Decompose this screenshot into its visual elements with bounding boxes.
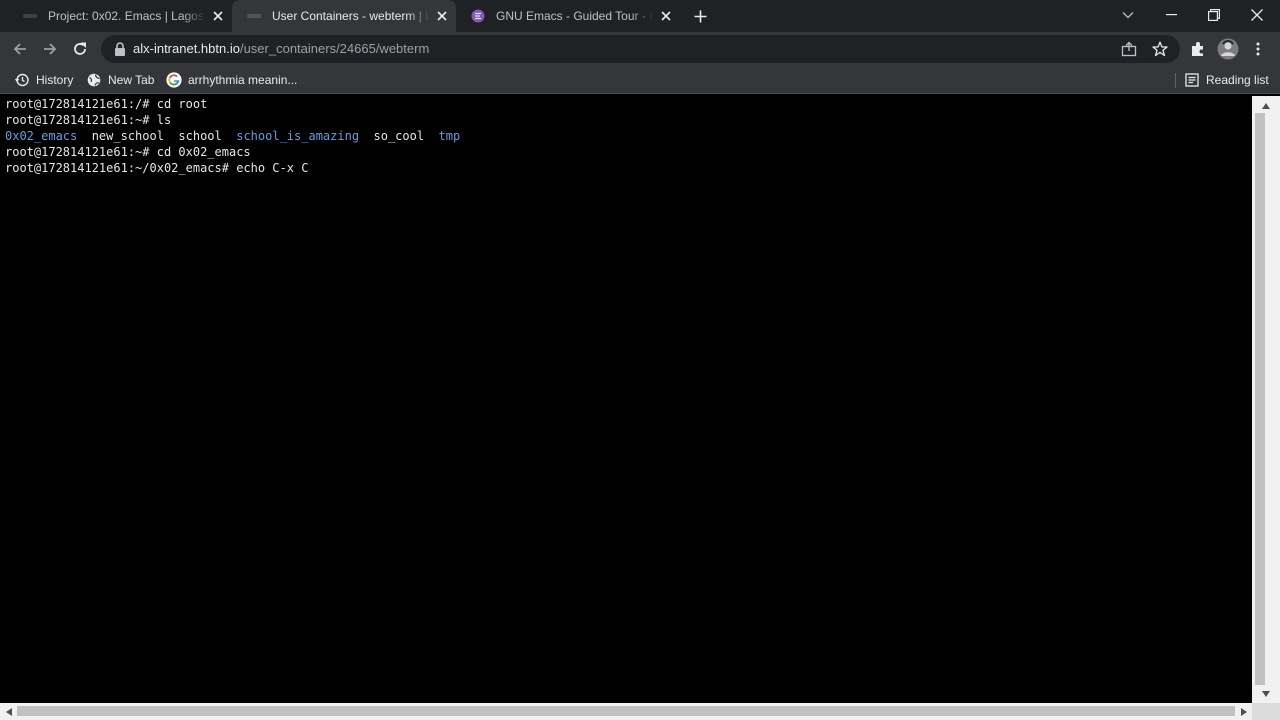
scroll-right-arrow-icon[interactable] [1238, 706, 1250, 718]
tab-gnu-emacs-tour[interactable]: GNU Emacs - Guided Tour - GNU Project [456, 0, 680, 32]
terminal-prompt-line: root@172814121e61:~/0x02_emacs# echo C-x… [5, 161, 309, 175]
reload-icon [74, 42, 86, 55]
close-icon[interactable] [658, 8, 674, 24]
bookmark-history[interactable]: History [10, 69, 77, 91]
forward-icon [44, 43, 57, 55]
menu-icon [1256, 42, 1260, 56]
bookmarks-bar: History New Tab arrhythmia meanin... Rea… [0, 66, 1280, 94]
bookmarks-separator [1175, 73, 1176, 88]
browser-toolbar: alx-intranet.hbtn.io/user_containers/246… [0, 32, 1280, 66]
bookmark-arrhythmia[interactable]: arrhythmia meanin... [162, 69, 301, 91]
vertical-scrollbar-thumb[interactable] [1255, 113, 1265, 685]
restore-button[interactable] [1192, 0, 1236, 30]
reload-button[interactable] [68, 37, 92, 61]
bookmark-new-tab[interactable]: New Tab [82, 69, 158, 91]
terminal-line: root@172814121e61:~# cd 0x02_emacs [5, 145, 251, 159]
history-icon [14, 72, 30, 88]
tab-title: GNU Emacs - Guided Tour - GNU Project [496, 9, 654, 23]
ls-entry-directory: school_is_amazing [236, 129, 360, 143]
ls-entry-directory: tmp [438, 129, 461, 143]
horizontal-scrollbar-thumb[interactable] [17, 706, 1235, 716]
tab-strip: Project: 0x02. Emacs | Lagos Intranet Us… [0, 0, 1280, 32]
plus-icon [694, 10, 706, 22]
tab-webterm[interactable]: User Containers - webterm | Lagos Intran… [232, 0, 456, 32]
scroll-left-arrow-icon[interactable] [3, 706, 15, 718]
scroll-down-arrow-icon[interactable] [1260, 688, 1272, 700]
ls-entry-file: school [178, 129, 222, 143]
tab-title: Project: 0x02. Emacs | Lagos Intranet [48, 9, 206, 23]
reading-list-label: Reading list [1206, 73, 1269, 87]
ls-output-line: 0x02_emacs new_school school school_is_a… [5, 128, 460, 144]
menu-button[interactable] [1246, 37, 1270, 61]
lock-icon[interactable] [113, 41, 127, 57]
emacs-icon [470, 8, 486, 24]
tab-project-emacs[interactable]: Project: 0x02. Emacs | Lagos Intranet [8, 0, 232, 32]
share-button[interactable] [1119, 39, 1139, 59]
url-text[interactable]: alx-intranet.hbtn.io/user_containers/246… [133, 35, 429, 63]
bookmark-label: arrhythmia meanin... [188, 73, 298, 87]
close-icon [1251, 9, 1263, 21]
site-icon [22, 8, 38, 24]
back-icon [13, 43, 26, 55]
google-icon [166, 72, 182, 88]
globe-icon [86, 72, 102, 88]
terminal-line: root@172814121e61:/# cd root [5, 97, 208, 111]
bookmark-star-button[interactable] [1150, 39, 1170, 59]
scroll-up-arrow-icon[interactable] [1260, 100, 1272, 112]
minimize-button[interactable] [1149, 0, 1193, 30]
ls-entry-file: so_cool [373, 129, 425, 143]
ls-entry-file: new_school [91, 129, 164, 143]
tab-title: User Containers - webterm | Lagos Intran… [272, 9, 430, 23]
bookmark-label: New Tab [108, 73, 155, 87]
star-icon [1152, 41, 1168, 57]
url-path: /user_containers/24665/webterm [239, 41, 430, 56]
close-icon[interactable] [210, 8, 226, 24]
close-window-button[interactable] [1235, 0, 1279, 30]
back-button[interactable] [8, 37, 32, 61]
terminal-line: root@172814121e61:~# ls [5, 113, 172, 127]
profile-avatar [1217, 38, 1239, 60]
site-icon [246, 8, 262, 24]
restore-icon [1208, 9, 1220, 21]
profile-button[interactable] [1216, 37, 1240, 61]
extensions-icon [1192, 42, 1203, 56]
forward-button[interactable] [38, 37, 62, 61]
extensions-button[interactable] [1186, 37, 1210, 61]
reading-list-icon [1184, 72, 1200, 88]
reading-list-button[interactable]: Reading list [1180, 69, 1273, 91]
url-host: alx-intranet.hbtn.io [133, 41, 240, 56]
webterm-terminal[interactable]: root@172814121e61:/# cd root root@172814… [0, 96, 1252, 703]
bookmark-label: History [36, 73, 74, 87]
address-bar[interactable]: alx-intranet.hbtn.io/user_containers/246… [101, 35, 1180, 63]
close-icon[interactable] [434, 8, 450, 24]
minimize-icon [1165, 14, 1177, 16]
chevron-down-icon [1122, 12, 1134, 19]
share-icon [1121, 41, 1137, 57]
scrollbar-corner [1252, 703, 1280, 720]
tab-search-button[interactable] [1106, 0, 1150, 30]
new-tab-button[interactable] [689, 5, 711, 27]
ls-entry-directory: 0x02_emacs [5, 129, 78, 143]
